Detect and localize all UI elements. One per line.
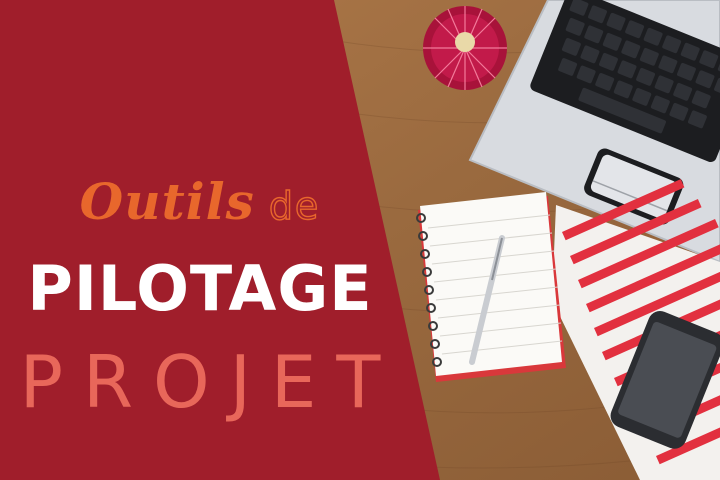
title-outline-word: de	[268, 183, 321, 228]
banner: Outils de PILOTAGE PROJET	[0, 0, 720, 480]
title-projet: PROJET	[19, 340, 401, 424]
title-line-1: Outils de	[0, 172, 400, 231]
title-script-word: Outils	[79, 172, 255, 231]
title-pilotage: PILOTAGE	[27, 252, 373, 325]
